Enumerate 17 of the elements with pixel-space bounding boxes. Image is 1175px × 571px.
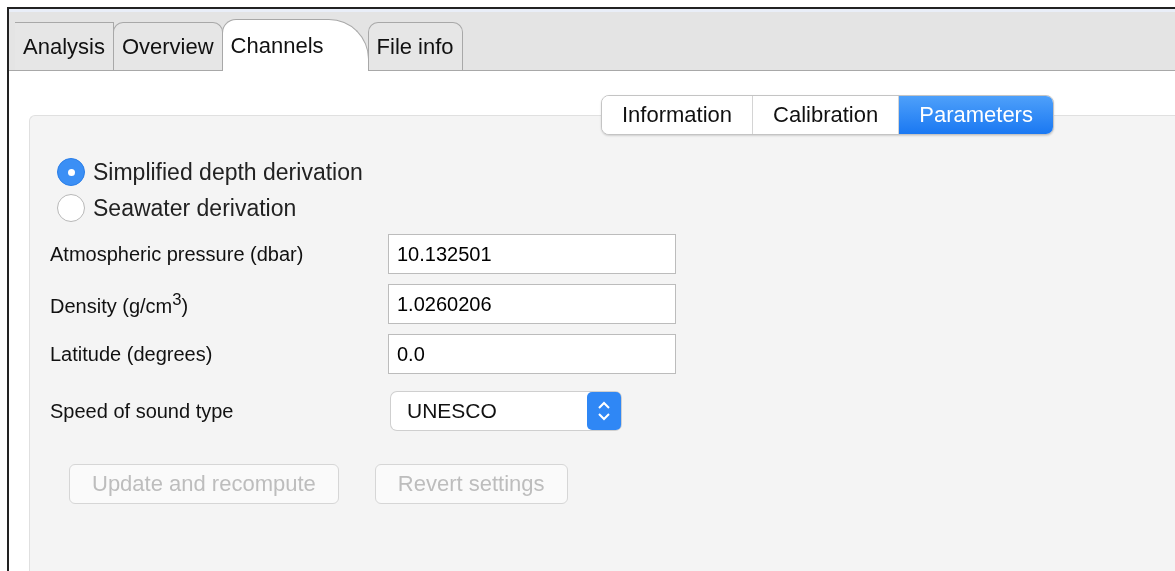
tab[interactable]: File info xyxy=(367,22,463,70)
segment-tab[interactable]: Calibration xyxy=(752,96,899,134)
radio-label[interactable]: Simplified depth derivation xyxy=(93,158,363,186)
field-label: Latitude (degrees) xyxy=(50,342,214,366)
radio-button[interactable] xyxy=(57,194,85,222)
radio-button[interactable] xyxy=(57,158,85,186)
chevron-updown-icon xyxy=(587,392,621,430)
input-field[interactable]: 10.132501 xyxy=(388,234,676,274)
tab[interactable]: Channels xyxy=(221,19,369,71)
input-field[interactable]: 1.0260206 xyxy=(388,284,676,324)
field-label: Speed of sound type xyxy=(50,399,235,423)
radio-label[interactable]: Seawater derivation xyxy=(93,194,297,222)
segment-tab[interactable]: Information xyxy=(602,96,753,134)
field-label: Atmospheric pressure (dbar) xyxy=(50,242,305,266)
field-label: Density (g/cm$^{3}$) xyxy=(50,290,190,318)
input-field[interactable]: 0.0 xyxy=(388,334,676,374)
dropdown[interactable]: UNESCO xyxy=(391,392,621,430)
